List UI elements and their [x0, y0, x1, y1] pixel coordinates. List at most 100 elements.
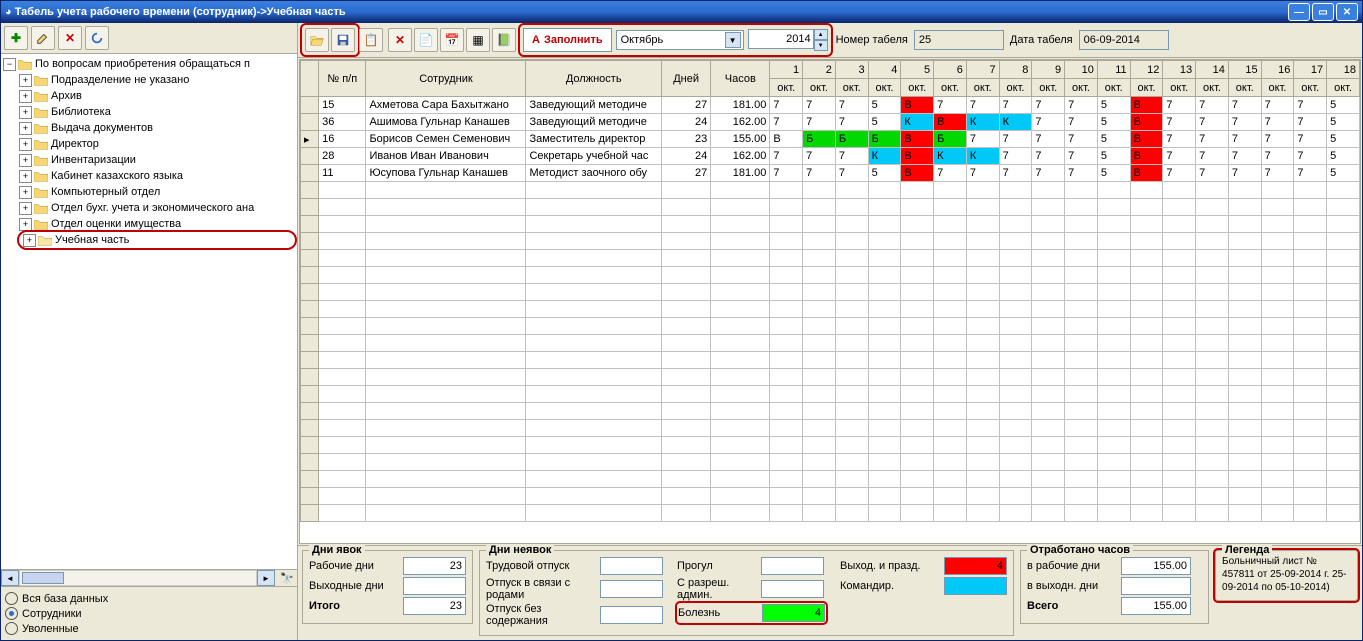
- tree-item[interactable]: +Выдача документов: [19, 120, 295, 136]
- day-cell[interactable]: 7: [1032, 131, 1065, 148]
- day-cell[interactable]: 7: [1261, 131, 1294, 148]
- day-cell[interactable]: 7: [999, 131, 1032, 148]
- day-cell[interactable]: 5: [868, 97, 901, 114]
- day-cell[interactable]: 7: [1228, 165, 1261, 182]
- day-cell[interactable]: В: [770, 131, 803, 148]
- table-row[interactable]: 28Иванов Иван ИвановичСекретарь учебной …: [301, 148, 1360, 165]
- calendar-button[interactable]: 📅: [440, 28, 464, 52]
- tree-scrollbar[interactable]: ◄► 🔭: [1, 569, 297, 586]
- month-select[interactable]: Октябрь ▼: [616, 30, 744, 50]
- day-cell[interactable]: В: [1130, 165, 1163, 182]
- day-cell[interactable]: 7: [934, 165, 967, 182]
- radio-fired[interactable]: Уволенные: [5, 621, 293, 636]
- book-button[interactable]: 📗: [492, 28, 516, 52]
- tree-item[interactable]: +Инвентаризации: [19, 152, 295, 168]
- day-cell[interactable]: Б: [803, 131, 836, 148]
- day-cell[interactable]: 7: [966, 165, 999, 182]
- day-cell[interactable]: 5: [868, 114, 901, 131]
- day-cell[interactable]: 7: [999, 165, 1032, 182]
- day-cell[interactable]: 7: [1032, 165, 1065, 182]
- department-tree[interactable]: − По вопросам приобретения обращаться п …: [1, 54, 297, 569]
- day-cell[interactable]: 5: [868, 165, 901, 182]
- day-cell[interactable]: В: [901, 148, 934, 165]
- day-cell[interactable]: 7: [1065, 114, 1098, 131]
- tree-item[interactable]: +Отдел оценки имущества: [19, 216, 295, 232]
- tabel-num-field[interactable]: 25: [914, 30, 1004, 50]
- day-cell[interactable]: К: [966, 148, 999, 165]
- grid-button[interactable]: ▦: [466, 28, 490, 52]
- day-cell[interactable]: 7: [1032, 114, 1065, 131]
- day-cell[interactable]: 7: [770, 97, 803, 114]
- open-button[interactable]: [305, 28, 329, 52]
- day-cell[interactable]: Б: [835, 131, 868, 148]
- day-cell[interactable]: В: [934, 114, 967, 131]
- year-spinner[interactable]: ▲▼: [814, 29, 828, 51]
- day-cell[interactable]: 7: [1261, 114, 1294, 131]
- day-cell[interactable]: 7: [1294, 165, 1327, 182]
- offdays-value[interactable]: [403, 577, 466, 595]
- day-cell[interactable]: 7: [1163, 114, 1196, 131]
- day-cell[interactable]: 7: [999, 97, 1032, 114]
- day-cell[interactable]: В: [901, 165, 934, 182]
- day-cell[interactable]: 7: [1294, 148, 1327, 165]
- table-row[interactable]: 11Юсупова Гульнар КанашевМетодист заочно…: [301, 165, 1360, 182]
- add-button[interactable]: ✚: [4, 26, 28, 50]
- tree-item[interactable]: +Отдел бухг. учета и экономического ана: [19, 200, 295, 216]
- day-cell[interactable]: 7: [1032, 97, 1065, 114]
- day-cell[interactable]: 7: [1294, 131, 1327, 148]
- tree-item[interactable]: +Компьютерный отдел: [19, 184, 295, 200]
- day-cell[interactable]: 5: [1327, 165, 1360, 182]
- day-cell[interactable]: 5: [1327, 131, 1360, 148]
- expand-icon[interactable]: +: [23, 234, 36, 247]
- expand-icon[interactable]: +: [19, 138, 32, 151]
- day-cell[interactable]: 7: [1196, 148, 1229, 165]
- day-cell[interactable]: 7: [1065, 165, 1098, 182]
- expand-icon[interactable]: +: [19, 202, 32, 215]
- year-input[interactable]: 2014: [748, 29, 814, 49]
- day-cell[interactable]: 7: [966, 131, 999, 148]
- day-cell[interactable]: К: [868, 148, 901, 165]
- day-cell[interactable]: 7: [966, 97, 999, 114]
- fill-button[interactable]: А Заполнить: [523, 28, 612, 52]
- tabel-date-field[interactable]: 06-09-2014: [1079, 30, 1169, 50]
- day-cell[interactable]: Б: [934, 131, 967, 148]
- day-cell[interactable]: 7: [1261, 165, 1294, 182]
- day-cell[interactable]: 5: [1327, 114, 1360, 131]
- expand-icon[interactable]: +: [19, 106, 32, 119]
- minimize-button[interactable]: —: [1288, 3, 1310, 21]
- tree-item[interactable]: +Библиотека: [19, 104, 295, 120]
- day-cell[interactable]: 5: [1097, 131, 1130, 148]
- radio-employees[interactable]: Сотрудники: [5, 606, 293, 621]
- day-cell[interactable]: 7: [770, 148, 803, 165]
- day-cell[interactable]: 7: [803, 148, 836, 165]
- delete-button[interactable]: ✕: [58, 26, 82, 50]
- day-cell[interactable]: 7: [1228, 148, 1261, 165]
- table-row[interactable]: 36Ашимова Гульнар КанашевЗаведующий мето…: [301, 114, 1360, 131]
- day-cell[interactable]: 7: [1228, 131, 1261, 148]
- day-cell[interactable]: 7: [1163, 97, 1196, 114]
- day-cell[interactable]: 7: [803, 114, 836, 131]
- tree-root[interactable]: − По вопросам приобретения обращаться п: [3, 56, 295, 72]
- day-cell[interactable]: 5: [1097, 97, 1130, 114]
- expand-icon[interactable]: +: [19, 122, 32, 135]
- day-cell[interactable]: В: [1130, 148, 1163, 165]
- day-cell[interactable]: 7: [1228, 97, 1261, 114]
- day-cell[interactable]: 5: [1097, 114, 1130, 131]
- day-cell[interactable]: К: [901, 114, 934, 131]
- table-row[interactable]: 15Ахметова Сара БахытжаноЗаведующий мето…: [301, 97, 1360, 114]
- day-cell[interactable]: 7: [835, 148, 868, 165]
- day-cell[interactable]: 5: [1327, 97, 1360, 114]
- tree-item[interactable]: +Директор: [19, 136, 295, 152]
- expand-icon[interactable]: +: [19, 154, 32, 167]
- delete-row-button[interactable]: ✕: [388, 28, 412, 52]
- day-cell[interactable]: 7: [1163, 148, 1196, 165]
- workdays-value[interactable]: 23: [403, 557, 466, 575]
- day-cell[interactable]: 7: [1065, 97, 1098, 114]
- binoculars-icon[interactable]: 🔭: [277, 570, 297, 586]
- day-cell[interactable]: 7: [1196, 165, 1229, 182]
- expand-icon[interactable]: +: [19, 90, 32, 103]
- edit-button[interactable]: [31, 26, 55, 50]
- day-cell[interactable]: В: [1130, 131, 1163, 148]
- expand-icon[interactable]: +: [19, 186, 32, 199]
- day-cell[interactable]: 7: [1065, 148, 1098, 165]
